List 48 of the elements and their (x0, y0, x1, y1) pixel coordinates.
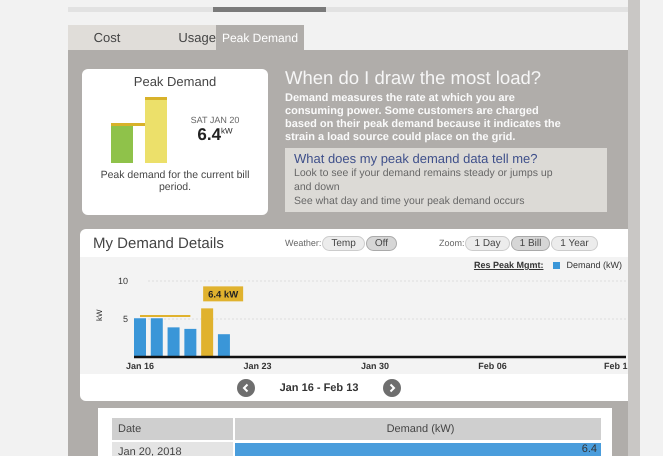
heading: When do I draw the most load? (285, 67, 542, 89)
legend-label: Demand (kW) (566, 260, 622, 270)
bar (134, 318, 146, 357)
annotation: 6.4 kW (208, 289, 238, 300)
axis-title: kW (95, 309, 104, 321)
toggle-button[interactable]: Temp (322, 236, 365, 250)
axis-tick-label: 10 (118, 276, 128, 286)
marker-line (140, 314, 190, 317)
chevron-right-icon (387, 382, 398, 392)
chevron-left-icon (240, 382, 251, 392)
description: Demand measures the rate at which you are consuming power. Some customers are charged based on their peak demand because it indicates the strain a load source could place on the grid. (285, 92, 562, 144)
card-title: Peak Demand (134, 74, 216, 89)
peak-value: 6.4$^{kW}$ (197, 125, 233, 145)
toggle-label: Zoom: (438, 238, 464, 248)
card-caption: Peak demand for the current bill period. (100, 169, 250, 193)
bar (150, 318, 163, 357)
bar (218, 334, 230, 357)
demand-bar: 6.4 (235, 443, 601, 456)
previous-button[interactable] (236, 378, 255, 396)
toggle-button[interactable]: Off (366, 236, 397, 250)
tab[interactable]: Usage (146, 25, 216, 50)
value-callout: 6.4 kW (203, 286, 244, 302)
bar (168, 327, 180, 357)
column-header: Demand (kW) (235, 418, 601, 440)
date-range: Jan 16 - Feb 13 (280, 382, 358, 394)
bar-chart-icon (110, 95, 169, 165)
scrollbar[interactable] (628, 0, 640, 456)
bar (201, 308, 214, 357)
tab[interactable]: Cost (68, 25, 146, 50)
toggle-button[interactable]: 1 Bill (510, 236, 550, 250)
axis-tick-label: 5 (122, 314, 128, 324)
column-header: Date (112, 418, 233, 440)
next-button[interactable] (383, 378, 402, 396)
info-text: Look to see if your demand remains steady or jumps up and down (294, 166, 554, 194)
toggle-button[interactable]: 1 Day (465, 236, 510, 250)
peak-date: SAT JAN 20 (190, 115, 240, 125)
toggle-button[interactable]: 1 Year (551, 236, 598, 250)
axis-tick-label: Feb 1 (604, 361, 628, 371)
axis-tick-label: Jan 30 (360, 361, 390, 371)
info-title: What does my peak demand data tell me? (294, 151, 539, 166)
legend-title: Res Peak Mgmt: (474, 260, 544, 270)
toggle-label: Weather: (285, 238, 322, 248)
axis-tick-label: Jan 23 (243, 361, 272, 371)
axis-tick-label: Jan 16 (126, 361, 154, 371)
axis-tick-label: Feb 06 (478, 361, 507, 371)
info-text: See what day and time your peak demand occurs (294, 194, 526, 208)
bar (184, 328, 196, 357)
panel-title: My Demand Details (93, 234, 225, 252)
